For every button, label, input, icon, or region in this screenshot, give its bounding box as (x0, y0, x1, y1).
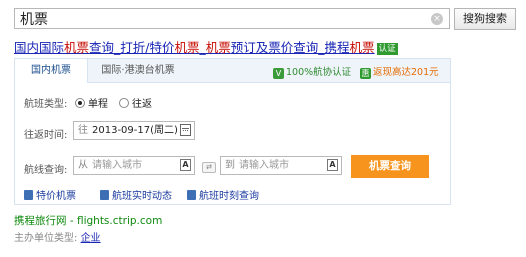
tab-domestic-flights[interactable]: 国内机票 (15, 59, 88, 83)
trip-type-label: 航班类型: (24, 99, 68, 110)
quick-link-special-fares[interactable]: 特价机票 (24, 187, 76, 202)
radio-round-trip-label: 往返 (132, 99, 152, 110)
date-value: 2013-09-17(周二) (92, 125, 178, 136)
swap-cities-icon[interactable]: ⇄ (202, 162, 216, 173)
route-label: 航线查询: (24, 165, 68, 176)
verification-note: V 100%航协认证 (273, 64, 351, 79)
radio-one-way[interactable]: 单程 (75, 95, 108, 110)
calendar-icon[interactable] (180, 124, 191, 136)
search-button[interactable]: 搜狗搜索 (454, 8, 516, 30)
radio-selected-icon (75, 98, 85, 108)
verification-text: 100%航协认证 (286, 67, 352, 78)
plane-icon (24, 190, 33, 200)
title-keyword-highlight[interactable]: 机票 (350, 40, 375, 55)
date-prefix: 往 (78, 125, 88, 136)
clear-icon[interactable]: × (431, 13, 443, 25)
cashback-text[interactable]: 返现高达201元 (373, 67, 439, 78)
from-prefix: 从 (78, 160, 88, 171)
result-site-url: 携程旅行网 - flights.ctrip.com (14, 215, 163, 227)
from-placeholder: 请输入城市 (92, 160, 142, 171)
date-field[interactable]: 往 2013-09-17(周二) (73, 121, 195, 140)
schedule-icon (187, 190, 196, 200)
to-city-field[interactable]: 到请输入城市 A (220, 156, 342, 175)
title-text-segment[interactable]: 国内国际 (14, 40, 64, 55)
title-keyword-highlight[interactable]: 机票 (64, 40, 89, 55)
title-text-segment[interactable]: 查询_打折/特价 (89, 40, 174, 55)
quick-link-label[interactable]: 航班时刻查询 (199, 191, 259, 202)
tab-international-flights[interactable]: 国际·港澳台机票 (93, 59, 183, 82)
status-icon (100, 190, 109, 200)
radio-one-way-label: 单程 (88, 99, 108, 110)
quick-link-label[interactable]: 航班实时动态 (112, 191, 172, 202)
title-text-segment[interactable]: 预订及票价查询_携程 (231, 40, 350, 55)
sponsor-label: 主办单位类型: (14, 233, 78, 244)
city-list-icon[interactable]: A (327, 159, 338, 171)
city-list-icon[interactable]: A (180, 159, 191, 171)
sponsor-info: 主办单位类型: 企业 (14, 229, 101, 244)
from-city-field[interactable]: 从请输入城市 A (73, 156, 195, 175)
shield-check-icon: V (273, 68, 284, 79)
sponsor-type-link[interactable]: 企业 (81, 233, 101, 244)
date-label: 往返时间: (24, 130, 68, 141)
search-input[interactable] (20, 10, 420, 28)
radio-round-trip[interactable]: 往返 (119, 95, 152, 110)
quick-link-flight-status[interactable]: 航班实时动态 (100, 187, 172, 202)
search-box[interactable]: × (14, 8, 450, 29)
flight-search-widget: 国内机票 国际·港澳台机票 V 100%航协认证 惠返现高达201元 航班类型: … (14, 58, 451, 205)
to-prefix: 到 (225, 160, 235, 171)
widget-tab-bar: 国内机票 国际·港澳台机票 V 100%航协认证 惠返现高达201元 (15, 59, 450, 83)
to-placeholder: 请输入城市 (239, 160, 289, 171)
certified-badge: 认证 (376, 43, 398, 55)
title-keyword-highlight[interactable]: 机票 (175, 40, 200, 55)
radio-unselected-icon (119, 98, 129, 108)
search-flights-button[interactable]: 机票查询 (351, 155, 429, 178)
quick-link-flight-schedule[interactable]: 航班时刻查询 (187, 187, 259, 202)
cashback-note[interactable]: 惠返现高达201元 (360, 64, 439, 79)
quick-link-label[interactable]: 特价机票 (36, 191, 76, 202)
result-title-link[interactable]: 国内国际机票查询_打折/特价机票_机票预订及票价查询_携程机票 认证 (14, 37, 398, 56)
title-keyword-highlight[interactable]: 机票 (206, 40, 231, 55)
discount-icon: 惠 (360, 68, 371, 79)
